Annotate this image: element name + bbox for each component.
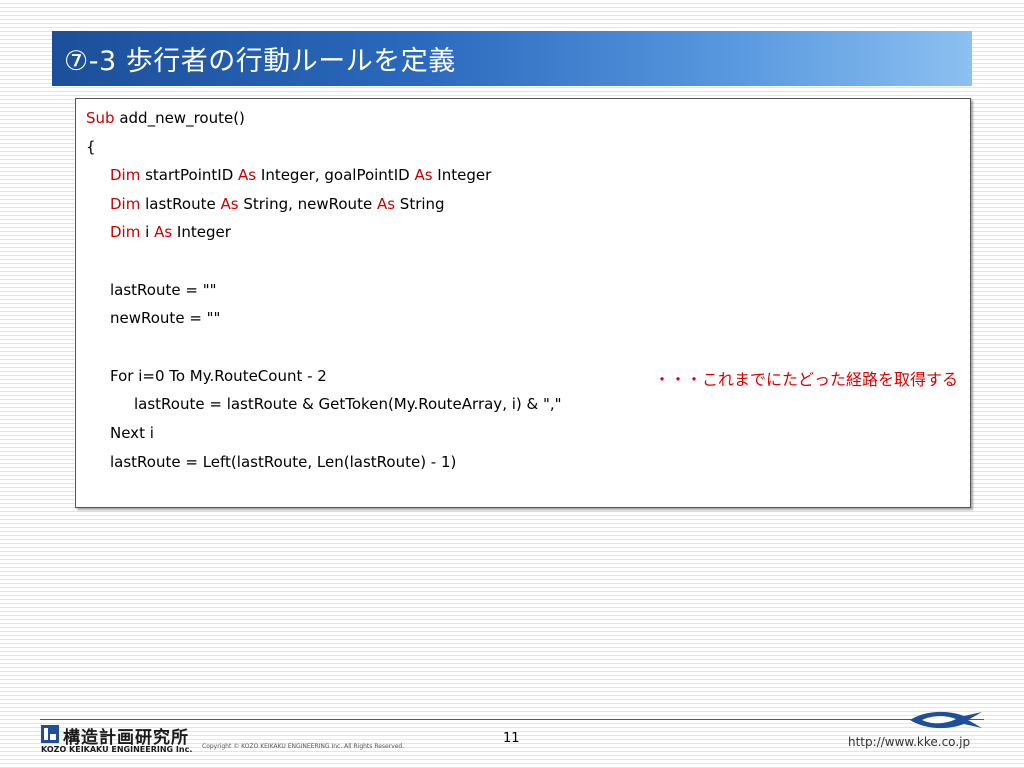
code-line-11: lastRoute = Left(lastRoute, Len(lastRout… <box>110 451 456 473</box>
copyright-text: Copyright © KOZO KEIKAKU ENGINEERING Inc… <box>202 743 405 750</box>
code-annotation: ・・・これまでにたどった経路を取得する <box>654 370 959 389</box>
code-text: String, newRoute <box>238 195 377 213</box>
page-title: ⑦-3 歩行者の行動ルールを定義 <box>64 46 456 77</box>
code-line-4: Dim lastRoute As String, newRoute As Str… <box>110 193 445 215</box>
code-line-5: Dim i As Integer <box>110 221 231 243</box>
code-text: Integer <box>172 223 231 241</box>
code-text: For i=0 To My.RouteCount - 2 <box>110 367 327 385</box>
code-line-10: Next i <box>110 422 154 444</box>
code-text: lastRoute = lastRoute & GetToken(My.Rout… <box>134 395 562 413</box>
logo-english-name: KOZO KEIKAKU ENGINEERING Inc. <box>41 745 193 754</box>
keyword-as: As <box>238 166 257 184</box>
keyword-as: As <box>154 223 173 241</box>
keyword-as: As <box>376 195 396 213</box>
code-line-9: lastRoute = lastRoute & GetToken(My.Rout… <box>134 393 562 415</box>
code-text: add_new_route() <box>114 109 245 127</box>
code-block: Sub add_new_route() { Dim startPointID A… <box>75 98 971 508</box>
swoosh-logo-icon <box>910 711 982 729</box>
keyword-sub: Sub <box>86 109 115 127</box>
code-text: Integer <box>432 166 492 184</box>
code-text: { <box>86 138 96 156</box>
code-text: lastRoute <box>140 195 221 213</box>
keyword-dim: Dim <box>110 166 141 184</box>
code-line-2: { <box>86 136 96 158</box>
keyword-dim: Dim <box>110 195 141 213</box>
code-line-3: Dim startPointID As Integer, goalPointID… <box>110 164 491 186</box>
title-bar: ⑦-3 歩行者の行動ルールを定義 <box>52 31 972 86</box>
code-text: lastRoute = Left(lastRoute, Len(lastRout… <box>110 453 457 471</box>
footer-divider <box>40 719 984 720</box>
kke-logo-icon <box>41 725 59 743</box>
code-text: i <box>140 223 155 241</box>
code-text: newRoute = "" <box>110 309 221 327</box>
code-line-1: Sub add_new_route() <box>86 107 245 129</box>
page-number: 11 <box>503 731 520 746</box>
keyword-as: As <box>220 195 239 213</box>
code-line-6: lastRoute = "" <box>110 279 217 301</box>
company-url: http://www.kke.co.jp <box>848 735 971 749</box>
code-line-8: For i=0 To My.RouteCount - 2 <box>110 365 327 387</box>
code-line-7: newRoute = "" <box>110 307 220 329</box>
code-text: Next i <box>110 424 154 442</box>
code-text: String <box>395 195 445 213</box>
code-text: Integer, goalPointID <box>256 166 415 184</box>
keyword-dim: Dim <box>110 223 141 241</box>
code-text: startPointID <box>140 166 239 184</box>
code-text: lastRoute = "" <box>110 281 217 299</box>
keyword-as: As <box>414 166 433 184</box>
company-logo: 構造計画研究所 KOZO KEIKAKU ENGINEERING Inc. <box>41 725 201 755</box>
